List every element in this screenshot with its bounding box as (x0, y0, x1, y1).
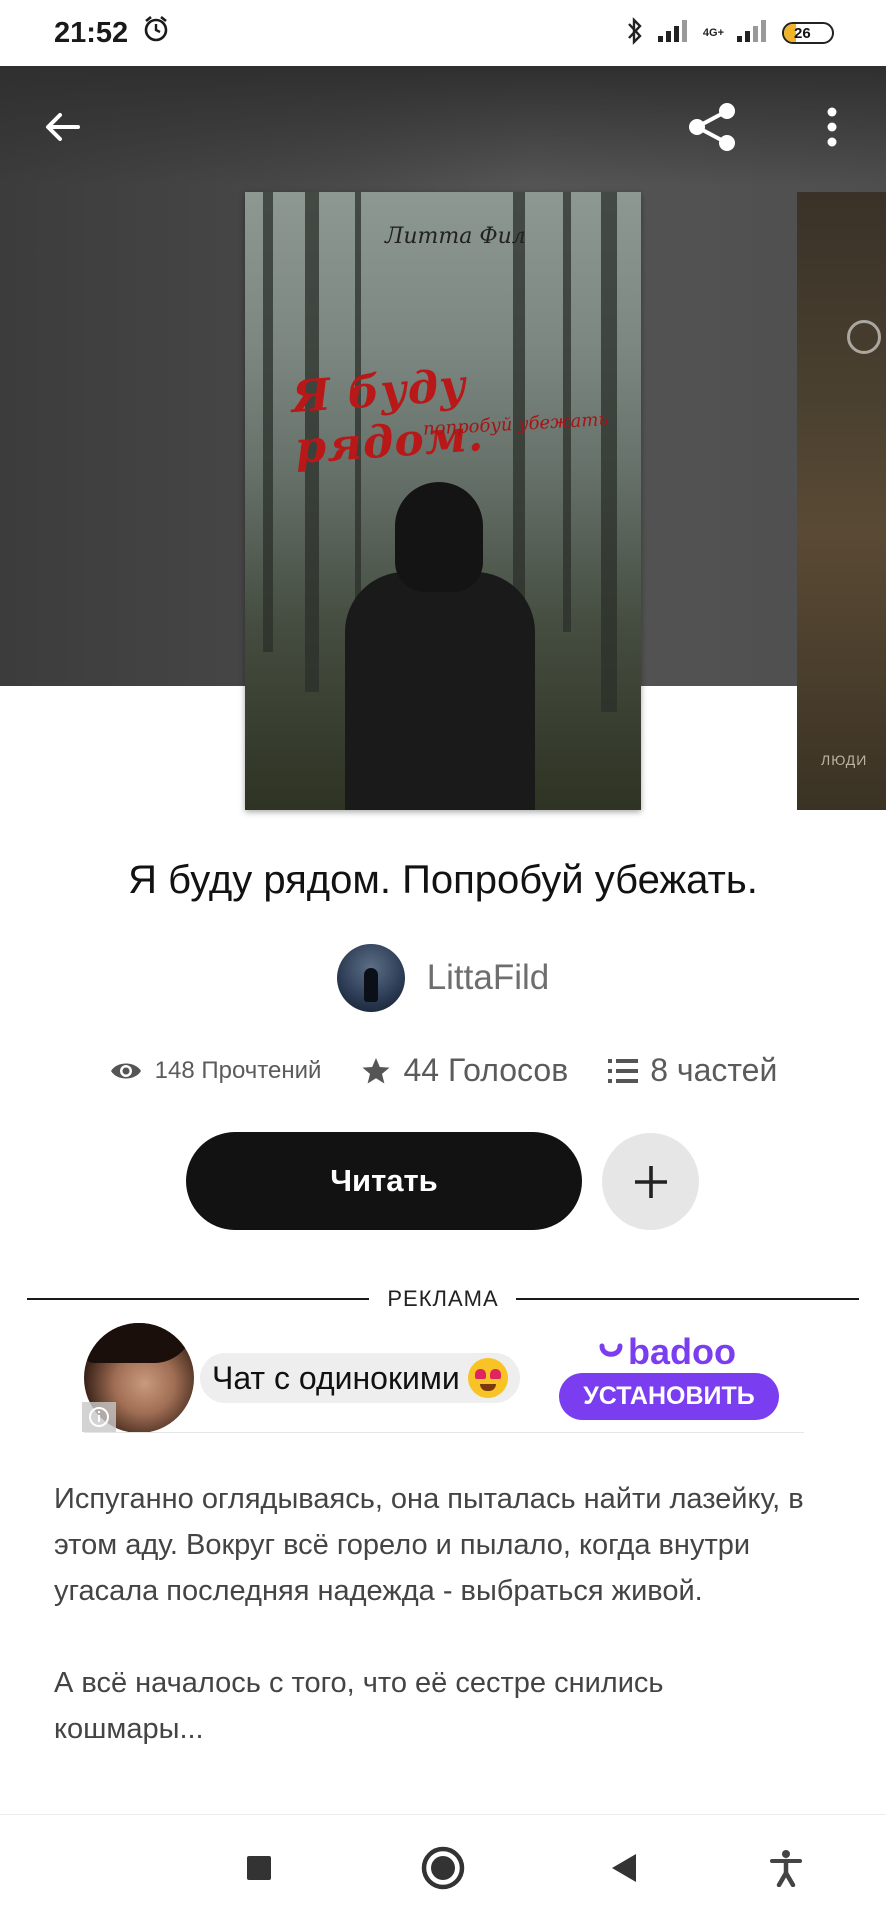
votes-count: 44 Голосов (403, 1052, 569, 1088)
add-to-library-button[interactable] (602, 1133, 699, 1230)
ad-bottom-divider (84, 1432, 804, 1433)
status-bar: 21:52 4G+ 26 (0, 0, 886, 66)
network-type: 4G+ (702, 26, 724, 39)
install-button[interactable]: УСТАНОВИТЬ (559, 1373, 779, 1420)
plus-icon (634, 1165, 667, 1198)
share-button[interactable] (681, 95, 745, 159)
next-cover-text: ЛЮДИ (821, 752, 868, 768)
next-story-cover[interactable]: ЛЮДИ (797, 192, 886, 810)
star-icon (362, 1057, 390, 1083)
story-title: Я буду рядом. Попробуй убежать. (128, 858, 758, 902)
cover-ring (847, 320, 881, 354)
cover-author: Литта Фил (385, 224, 526, 249)
reads-stat: 148 Прочтений (109, 1056, 322, 1085)
parts-count: 8 частей (650, 1052, 778, 1088)
alarm-icon (142, 15, 170, 51)
square-icon (247, 1856, 271, 1880)
badoo-heart-icon (599, 1343, 623, 1357)
description-paragraph: Испуганно оглядываясь, она пыталась найт… (54, 1483, 804, 1607)
badoo-brand: badoo (628, 1331, 736, 1372)
signal-icon (657, 18, 691, 49)
story-stats: 148 Прочтений 44 Голосов 8 частей (0, 1052, 886, 1089)
votes-stat: 44 Голосов (361, 1052, 568, 1089)
parts-stat: 8 частей (608, 1052, 777, 1089)
cover-figure-body (345, 572, 535, 810)
author-link[interactable]: LittaFild (0, 944, 886, 1012)
author-name[interactable]: LittaFild (427, 958, 550, 998)
ad-info-icon[interactable] (82, 1402, 116, 1432)
more-vertical-icon (827, 107, 837, 147)
avatar[interactable] (336, 944, 405, 1012)
read-button[interactable]: Читать (186, 1132, 582, 1230)
back-button[interactable] (30, 95, 94, 159)
nav-back-button[interactable] (597, 1841, 651, 1895)
cover-figure-head (395, 482, 483, 592)
battery-text: 26 (794, 24, 811, 42)
more-options-button[interactable] (800, 95, 864, 159)
recents-button[interactable] (232, 1841, 286, 1895)
system-nav-bar (0, 1814, 886, 1921)
story-cover[interactable]: Литта Фил Я буду рядом. попробуй убежать (245, 192, 641, 810)
story-description: Испуганно оглядываясь, она пыталась найт… (54, 1476, 814, 1798)
share-icon (689, 103, 735, 151)
bluetooth-icon (625, 16, 645, 51)
accessibility-icon (770, 1850, 802, 1887)
eye-icon (110, 1063, 141, 1078)
circle-icon (421, 1846, 465, 1890)
home-button[interactable] (416, 1841, 470, 1895)
description-paragraph: А всё началось с того, что её сестре сни… (54, 1667, 664, 1745)
signal-icon-2 (736, 18, 770, 49)
battery-indicator: 26 (782, 22, 834, 44)
badoo-logo[interactable]: badoo (598, 1331, 736, 1373)
heart-eyes-emoji-icon (467, 1358, 508, 1398)
list-icon (608, 1058, 639, 1083)
ad-text: Чат с одинокими (212, 1359, 460, 1396)
triangle-back-icon (612, 1854, 636, 1882)
status-time: 21:52 (54, 16, 129, 49)
ad-label: РЕКЛАМА (387, 1286, 499, 1311)
ad-headline[interactable]: Чат с одинокими (200, 1353, 520, 1403)
header-gradient (0, 66, 886, 186)
accessibility-button[interactable] (759, 1841, 813, 1895)
arrow-left-icon (46, 113, 80, 141)
cover-tree (263, 192, 273, 652)
reads-count: 148 Прочтений (154, 1056, 322, 1084)
